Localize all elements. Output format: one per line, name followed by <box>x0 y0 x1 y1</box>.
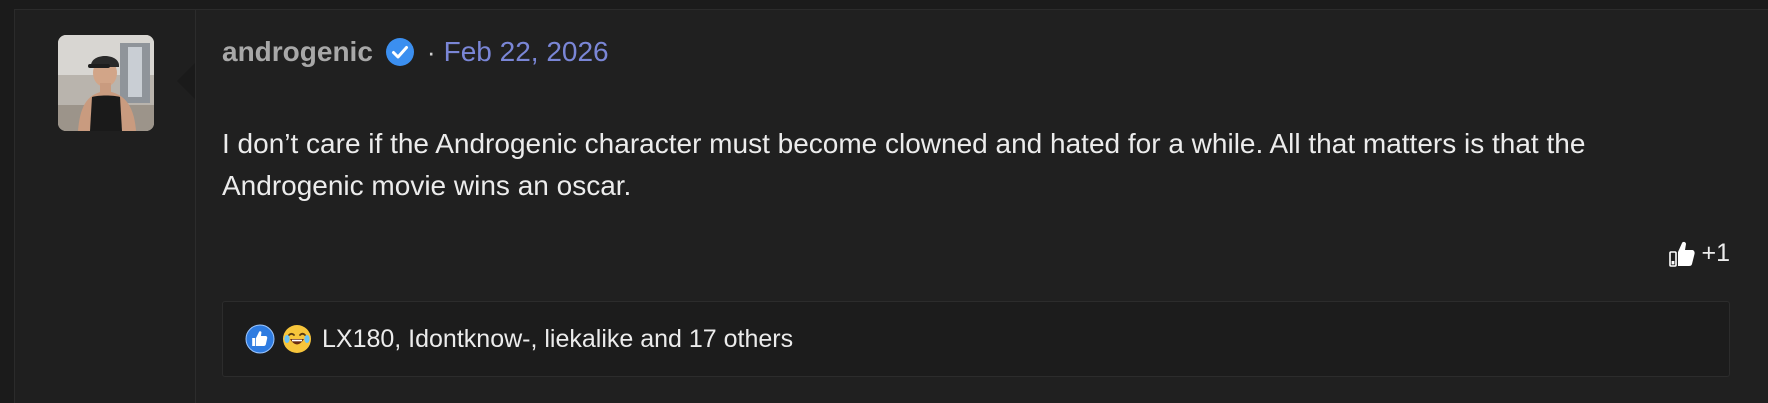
post-arrow <box>177 63 195 99</box>
post-content: androgenic · Feb 22, 2026 I don’t care i… <box>222 10 1730 403</box>
post-message: I don’t care if the Androgenic character… <box>222 128 1586 201</box>
reactions-bar[interactable]: LX180, Idontknow-, liekalike and 17 othe… <box>222 301 1730 377</box>
laughing-reaction-icon <box>283 325 311 353</box>
vote-count: +1 <box>1701 239 1730 267</box>
meta-separator: · <box>426 36 436 67</box>
reactions-summary[interactable]: LX180, Idontknow-, liekalike and 17 othe… <box>322 325 793 354</box>
thumbs-up-icon <box>1669 241 1696 267</box>
avatar[interactable] <box>58 35 154 131</box>
post-card: androgenic · Feb 22, 2026 I don’t care i… <box>14 9 1768 403</box>
like-reaction-icon <box>245 324 275 354</box>
verified-badge-icon <box>385 37 415 67</box>
vote-button[interactable]: +1 <box>1669 239 1730 268</box>
post-meta: androgenic · Feb 22, 2026 <box>222 36 609 68</box>
avatar-image <box>58 35 154 131</box>
user-column <box>15 10 196 403</box>
username-link[interactable]: androgenic <box>222 36 373 68</box>
post-date-link[interactable]: Feb 22, 2026 <box>444 36 609 68</box>
